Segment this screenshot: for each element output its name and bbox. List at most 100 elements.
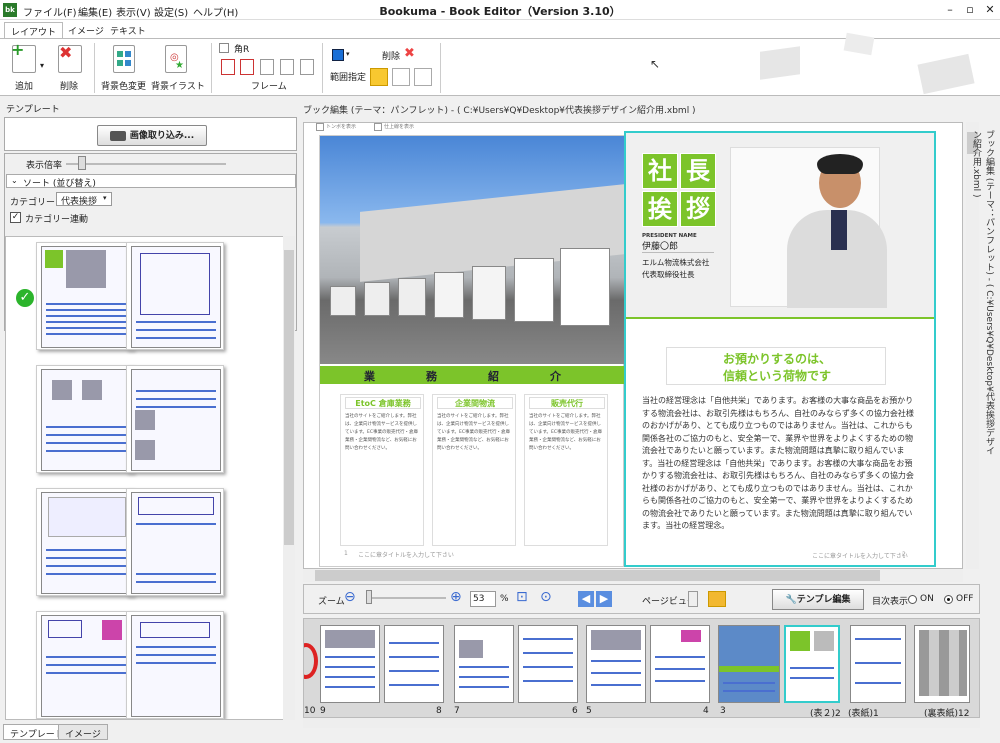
- menu-file[interactable]: ファイル(F): [23, 4, 77, 19]
- single-page-view-icon[interactable]: [688, 591, 698, 607]
- menu-view[interactable]: 表示(V): [116, 4, 151, 19]
- actual-size-icon[interactable]: ⊙: [540, 589, 552, 605]
- corner-r-checkbox[interactable]: [219, 43, 229, 53]
- zoom-value-input[interactable]: 53: [470, 591, 496, 607]
- document-canvas[interactable]: トンボを表示 仕上線を表示 業 務 紹 介 EtoC 倉庫業務 当社のサイトをご…: [303, 122, 963, 569]
- template-thumb[interactable]: [36, 488, 134, 596]
- delete-page-icon[interactable]: ✖: [58, 43, 82, 73]
- range-select-label[interactable]: 範囲指定: [330, 70, 366, 83]
- toc-on-radio[interactable]: [908, 595, 917, 604]
- page-thumb[interactable]: [320, 625, 380, 703]
- delete-button-label[interactable]: 削除: [60, 79, 78, 92]
- category-select[interactable]: 代表挨拶 ▾: [56, 192, 112, 207]
- company-name[interactable]: エルム物流株式会社: [642, 257, 709, 268]
- category-link-checkbox[interactable]: ✓: [10, 212, 21, 223]
- page-right[interactable]: 社 長 挨 拶 PRESIDENT NAME 伊藤〇郎 エルム物流株式会社 代表…: [624, 131, 936, 567]
- maximize-icon[interactable]: ▫: [962, 2, 978, 18]
- range-mode-1-icon[interactable]: [370, 68, 388, 86]
- page-thumb[interactable]: [650, 625, 710, 703]
- warehouse-photo[interactable]: [320, 136, 625, 364]
- template-edit-button[interactable]: 🔧テンプレ編集: [772, 589, 864, 610]
- minimize-icon[interactable]: –: [942, 2, 958, 18]
- chapter-title-left[interactable]: ここに章タイトルを入力して下さい: [358, 550, 454, 559]
- show-mark-checkbox[interactable]: [316, 123, 324, 131]
- sort-bar[interactable]: ⌄ ソート (並び替え): [6, 174, 296, 189]
- template-list-scrollbar[interactable]: [283, 236, 295, 720]
- frame-style-3-icon[interactable]: [260, 59, 274, 75]
- zoom-in-icon[interactable]: ⊕: [450, 589, 462, 605]
- import-image-button[interactable]: 画像取り込み...: [97, 125, 207, 146]
- next-page-icon[interactable]: ▶: [596, 591, 612, 607]
- service-column-3[interactable]: 販売代行 当社のサイトをご紹介します。弊社は、企業向け物流サービスを提供していま…: [524, 394, 608, 546]
- frame-style-5-icon[interactable]: [300, 59, 314, 75]
- frame-style-4-icon[interactable]: [280, 59, 294, 75]
- president-photo[interactable]: [730, 147, 887, 308]
- zoom-ratio-slider[interactable]: [66, 163, 226, 165]
- chapter-title-right[interactable]: ここに章タイトルを入力して下さい: [812, 551, 908, 560]
- template-thumb[interactable]: [126, 242, 224, 350]
- service-column-1[interactable]: EtoC 倉庫業務 当社のサイトをご紹介します。弊社は、企業向け物流サービスを提…: [340, 394, 424, 546]
- fit-zoom-icon[interactable]: ⊡: [516, 589, 528, 605]
- greeting-body-text[interactable]: 当社の経営理念は「自他共栄」であります。お客様の大事な商品をお預かりする物流会社…: [642, 395, 914, 545]
- range-mode-2-icon[interactable]: [392, 68, 410, 86]
- show-guide-checkbox[interactable]: [374, 123, 382, 131]
- frame-style-1-icon[interactable]: [221, 59, 235, 75]
- page-thumb[interactable]: [718, 625, 780, 703]
- template-thumb[interactable]: [36, 242, 134, 350]
- zoom-slider[interactable]: [366, 597, 446, 599]
- page-thumb[interactable]: [850, 625, 906, 703]
- scrollbar-thumb[interactable]: [284, 250, 294, 545]
- president-name[interactable]: 伊藤〇郎: [642, 239, 714, 253]
- template-thumb[interactable]: [36, 365, 134, 473]
- page-thumb-selected[interactable]: [784, 625, 840, 703]
- zoom-ratio-handle[interactable]: [78, 156, 86, 170]
- bg-color-button-label[interactable]: 背景色変更: [101, 79, 146, 92]
- template-thumb[interactable]: [126, 488, 224, 596]
- sort-label: ソート (並び替え): [23, 179, 96, 189]
- page-thumb[interactable]: [384, 625, 444, 703]
- document-h-scrollbar[interactable]: [303, 569, 963, 582]
- page-thumb[interactable]: [586, 625, 646, 703]
- menu-settings[interactable]: 設定(S): [154, 4, 188, 19]
- prev-page-icon[interactable]: ◀: [578, 591, 594, 607]
- zoom-out-icon[interactable]: ⊖: [344, 589, 356, 605]
- add-dropdown-icon[interactable]: ▾: [40, 61, 44, 70]
- zoom-percent: %: [500, 594, 509, 604]
- range-mode-3-icon[interactable]: [414, 68, 432, 86]
- template-thumb[interactable]: [36, 611, 134, 719]
- title-bar: bk ファイル(F) 編集(E) 表示(V) 設定(S) ヘルプ(H) Book…: [0, 0, 1000, 20]
- page-thumb[interactable]: [518, 625, 578, 703]
- toc-off-radio[interactable]: [944, 595, 953, 604]
- filmstrip-scrollbar[interactable]: [303, 718, 980, 728]
- add-button-label[interactable]: 追加: [15, 79, 33, 92]
- menu-help[interactable]: ヘルプ(H): [193, 4, 238, 19]
- template-thumb[interactable]: [126, 365, 224, 473]
- page-thumb[interactable]: [914, 625, 970, 703]
- template-thumb[interactable]: [126, 611, 224, 719]
- tab-layout[interactable]: レイアウト: [4, 22, 64, 38]
- background-illustration-icon[interactable]: ◎ ★: [165, 45, 187, 73]
- tab-image-list[interactable]: イメージ: [58, 724, 108, 740]
- tab-text[interactable]: テキスト: [104, 22, 152, 38]
- range-dropdown-icon[interactable]: ▾: [346, 50, 350, 58]
- range-delete-icon[interactable]: ✖: [404, 46, 415, 61]
- president-role[interactable]: 代表取締役社長: [642, 269, 695, 280]
- spread-view-icon[interactable]: [708, 591, 726, 607]
- headline-box[interactable]: お預かりするのは、 信頼という荷物です: [666, 347, 886, 385]
- page-thumb[interactable]: [454, 625, 514, 703]
- zoom-slider-handle[interactable]: [366, 590, 372, 604]
- page-number-label: 3: [720, 706, 726, 716]
- close-icon[interactable]: ✕: [982, 2, 998, 18]
- scrollbar-thumb[interactable]: [315, 570, 880, 581]
- bg-illust-button-label[interactable]: 背景イラスト: [151, 79, 205, 92]
- record-indicator-icon: [304, 643, 318, 679]
- add-page-icon[interactable]: +: [11, 42, 36, 73]
- service-column-2[interactable]: 企業間物流 当社のサイトをご紹介します。弊社は、企業向け物流サービスを提供してい…: [432, 394, 516, 546]
- tab-image[interactable]: イメージ: [62, 22, 110, 38]
- frame-style-2-icon[interactable]: [240, 59, 254, 75]
- page-left[interactable]: 業 務 紹 介 EtoC 倉庫業務 当社のサイトをご紹介します。弊社は、企業向け…: [319, 135, 625, 567]
- range-select-icon[interactable]: [332, 49, 344, 61]
- palette-icon[interactable]: [113, 45, 135, 73]
- section-title-bar[interactable]: 業 務 紹 介: [320, 366, 625, 384]
- menu-edit[interactable]: 編集(E): [78, 4, 112, 19]
